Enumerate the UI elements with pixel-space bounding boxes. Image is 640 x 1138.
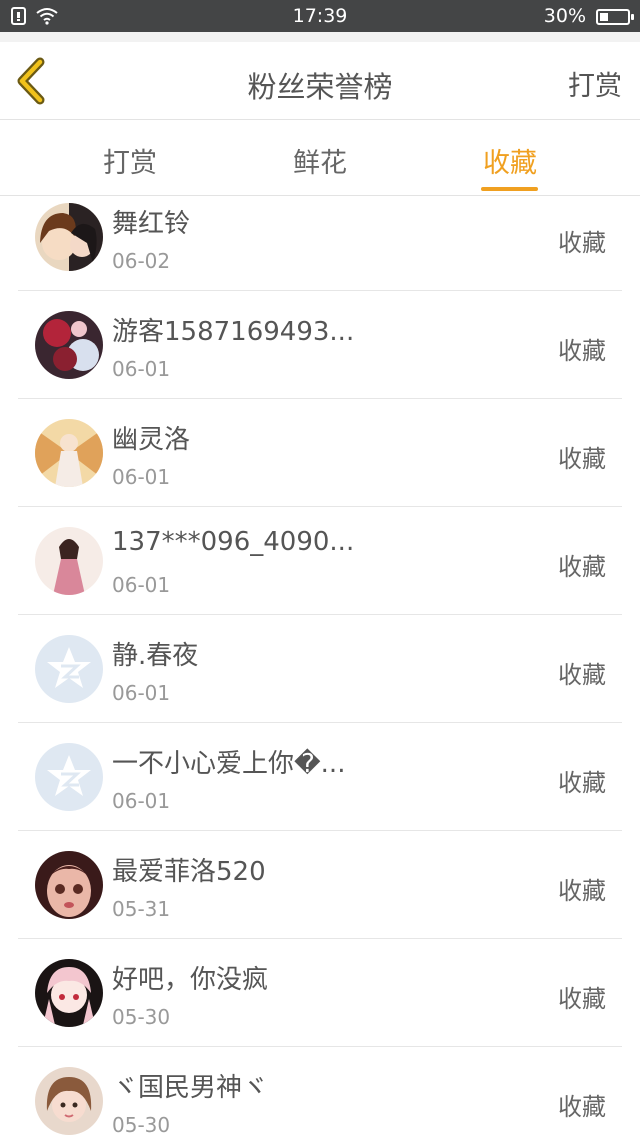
list-item[interactable]: 好吧，你没疯 05-30 收藏 [18, 939, 622, 1047]
user-name: 舞红铃 [112, 209, 191, 239]
header-gap [0, 32, 640, 42]
action-label: 收藏 [558, 877, 606, 905]
tab-flowers[interactable]: 鲜花 [260, 141, 380, 180]
battery-percent: 30% [543, 5, 586, 27]
fan-list: 舞红铃 06-02 收藏 游客1587169493... 06-01 收藏 幽灵… [0, 183, 640, 1138]
red-flower-avatar [35, 311, 103, 379]
favorite-date: 05-31 [112, 897, 171, 921]
action-label: 收藏 [558, 1093, 606, 1121]
reward-link[interactable]: 打赏 [568, 64, 622, 103]
user-name: 一不小心爱上你�... [112, 749, 346, 779]
qzone-default-avatar [35, 635, 103, 703]
user-name: 游客1587169493... [112, 317, 355, 347]
action-label: 收藏 [558, 337, 606, 365]
list-item[interactable]: 游客1587169493... 06-01 收藏 [18, 291, 622, 399]
girl-pink-avatar [35, 527, 103, 595]
user-name: 最爱菲洛520 [112, 857, 266, 887]
user-name: 静.春夜 [112, 641, 199, 671]
status-bar: 17:39 30% [0, 0, 640, 32]
list-item[interactable]: 静.春夜 06-01 收藏 [18, 615, 622, 723]
list-item[interactable]: 137***096_4090... 06-01 收藏 [18, 507, 622, 615]
girl-photo-avatar [35, 1067, 103, 1135]
anime-pink-hair-avatar [35, 959, 103, 1027]
list-item[interactable]: 一不小心爱上你�... 06-01 收藏 [18, 723, 622, 831]
favorite-date: 06-01 [112, 465, 171, 489]
action-label: 收藏 [558, 229, 606, 257]
list-item[interactable]: ヾ国民男神ヾ 05-30 收藏 [18, 1047, 622, 1138]
user-name: 137***096_4090... [112, 527, 355, 557]
favorite-date: 06-01 [112, 789, 171, 813]
favorite-date: 05-30 [112, 1113, 171, 1137]
doll-face-avatar [35, 851, 103, 919]
user-name: 好吧，你没疯 [112, 965, 269, 995]
golden-wings-avatar [35, 419, 103, 487]
tab-reward[interactable]: 打赏 [70, 141, 190, 180]
favorite-date: 06-01 [112, 357, 171, 381]
page-title: 粉丝荣誉榜 [247, 70, 393, 104]
qzone-default-avatar [35, 743, 103, 811]
action-label: 收藏 [558, 553, 606, 581]
favorite-date: 06-01 [112, 681, 171, 705]
list-item[interactable]: 幽灵洛 06-01 收藏 [18, 399, 622, 507]
list-item[interactable]: 最爱菲洛520 05-31 收藏 [18, 831, 622, 939]
favorite-date: 05-30 [112, 1005, 171, 1029]
battery-icon [596, 9, 634, 25]
tab-favorites[interactable]: 收藏 [450, 141, 570, 180]
action-label: 收藏 [558, 661, 606, 689]
action-label: 收藏 [558, 985, 606, 1013]
list-item[interactable]: 舞红铃 06-02 收藏 [18, 183, 622, 291]
user-name: 幽灵洛 [112, 425, 191, 455]
favorite-date: 06-02 [112, 249, 171, 273]
favorite-date: 06-01 [112, 573, 171, 597]
nav-bar: 粉丝荣誉榜 打赏 [0, 42, 640, 120]
action-label: 收藏 [558, 445, 606, 473]
anime-pair-avatar [35, 203, 103, 271]
action-label: 收藏 [558, 769, 606, 797]
user-name: ヾ国民男神ヾ [112, 1073, 269, 1103]
